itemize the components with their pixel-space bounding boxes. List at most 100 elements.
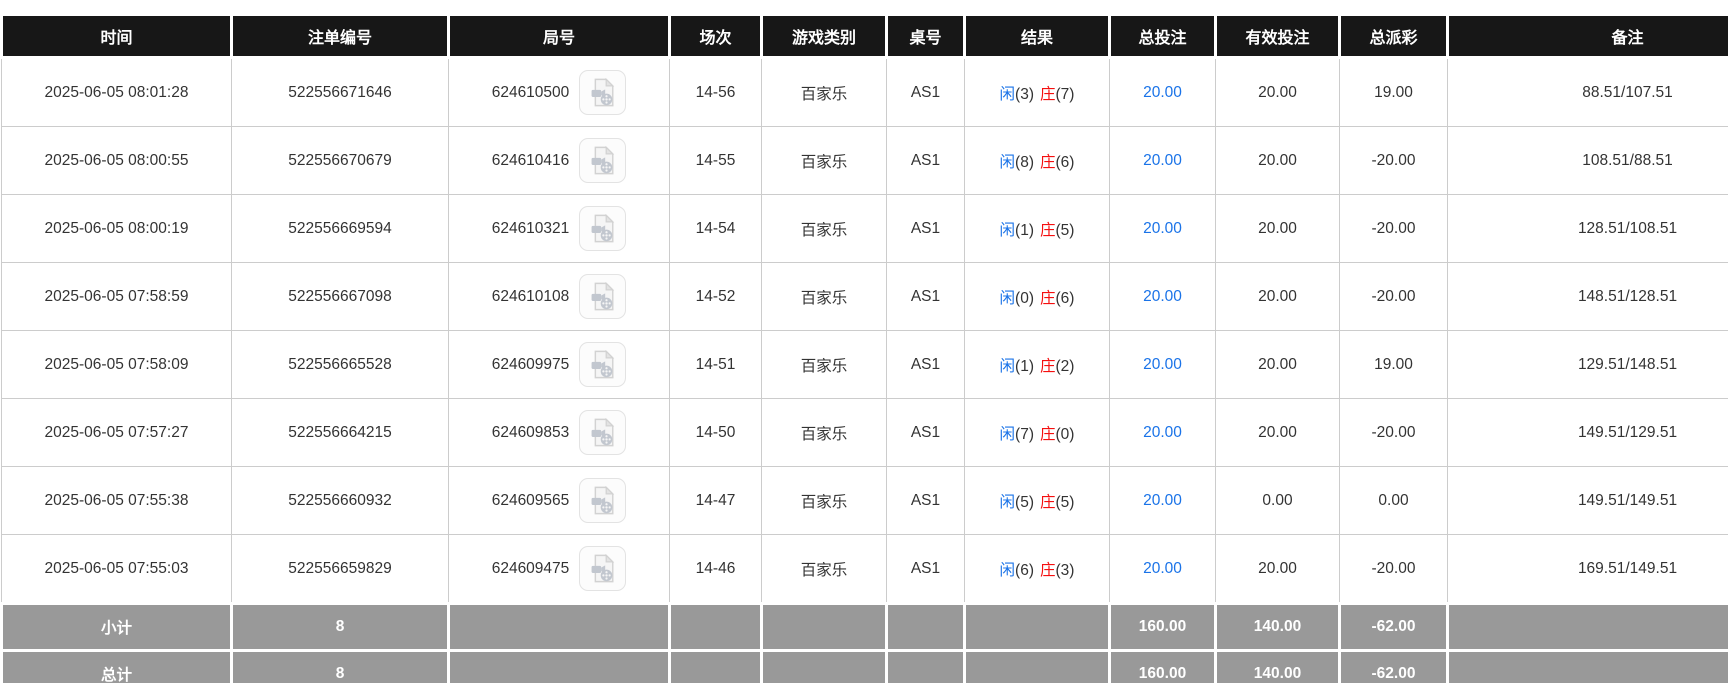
video-replay-button[interactable]: [579, 206, 627, 251]
summary-remark: [1446, 602, 1728, 652]
cell-table-no: AS1: [886, 194, 965, 263]
result-banker-score: (0): [1055, 425, 1075, 443]
cell-bet-id: 522556669594: [231, 194, 449, 263]
cell-remark: 108.51/88.51: [1447, 126, 1728, 195]
video-file-icon: [591, 78, 615, 107]
cell-remark: 128.51/108.51: [1447, 194, 1728, 263]
result-player-label: 闲: [999, 153, 1016, 171]
summary-empty-session: [668, 649, 763, 683]
cell-time: 2025-06-05 08:00:19: [1, 194, 232, 263]
cell-game-type: 百家乐: [761, 466, 887, 535]
result-banker-label: 庄: [1040, 425, 1056, 443]
cell-session: 14-54: [669, 194, 762, 263]
result-player-label: 闲: [999, 493, 1016, 511]
bet-records-page: 时间 注单编号 局号 场次 游戏类别 桌号 结果 总投注 有效投注 总派彩 备注 2025-06-0…: [0, 0, 1728, 683]
result-banker-score: (7): [1055, 85, 1075, 103]
result-player-label: 闲: [999, 221, 1016, 239]
video-replay-button[interactable]: [579, 70, 627, 115]
total-bet-link[interactable]: 20.00: [1143, 356, 1182, 373]
result-player-score: (1): [1015, 357, 1034, 375]
cell-round: 624609853: [448, 398, 670, 467]
cell-valid-bet: 20.00: [1215, 398, 1340, 467]
bet-records-table: 时间 注单编号 局号 场次 游戏类别 桌号 结果 总投注 有效投注 总派彩 备注 2025-06-0…: [0, 13, 1728, 683]
total-bet-link[interactable]: 20.00: [1143, 220, 1182, 237]
bet-record-row: 2025-06-05 07:58:09 522556665528 6246099…: [1, 330, 1728, 399]
cell-result: 闲(1) 庄(5): [964, 194, 1110, 263]
cell-result: 闲(1) 庄(2): [964, 330, 1110, 399]
result-player-label: 闲: [999, 425, 1016, 443]
cell-bet-id: 522556665528: [231, 330, 449, 399]
cell-valid-bet: 20.00: [1215, 262, 1340, 331]
total-bet-link[interactable]: 20.00: [1143, 152, 1182, 169]
result-player-score: (6): [1015, 561, 1034, 579]
summary-empty-round: [447, 649, 671, 683]
result-banker-label: 庄: [1040, 357, 1056, 375]
cell-total-bet: 20.00: [1109, 398, 1216, 467]
video-replay-button[interactable]: [579, 342, 627, 387]
column-header-valid_bet: 有效投注: [1214, 13, 1341, 59]
summary-empty-round: [447, 602, 671, 652]
bet-record-row: 2025-06-05 08:01:28 522556671646 6246105…: [1, 57, 1728, 127]
video-file-icon: [591, 486, 615, 515]
result-player-score: (5): [1015, 493, 1034, 511]
total-bet-link[interactable]: 20.00: [1143, 492, 1182, 509]
cell-payout: 0.00: [1339, 466, 1448, 535]
summary-count: 8: [230, 602, 450, 652]
result-banker-score: (5): [1055, 221, 1075, 239]
cell-result: 闲(5) 庄(5): [964, 466, 1110, 535]
column-header-bet_id: 注单编号: [230, 13, 450, 59]
column-header-session: 场次: [668, 13, 763, 59]
summary-empty-result: [963, 602, 1111, 652]
video-replay-button[interactable]: [579, 410, 627, 455]
cell-remark: 148.51/128.51: [1447, 262, 1728, 331]
video-replay-button[interactable]: [579, 478, 627, 523]
result-banker-score: (5): [1055, 493, 1075, 511]
cell-bet-id: 522556667098: [231, 262, 449, 331]
result-banker-label: 庄: [1040, 493, 1056, 511]
video-replay-button[interactable]: [579, 274, 627, 319]
round-number: 624610321: [491, 219, 570, 237]
cell-bet-id: 522556670679: [231, 126, 449, 195]
cell-round: 624610108: [448, 262, 670, 331]
column-header-round: 局号: [447, 13, 671, 59]
cell-payout: 19.00: [1339, 57, 1448, 127]
result-player-score: (1): [1015, 221, 1034, 239]
total-bet-link[interactable]: 20.00: [1143, 288, 1182, 305]
cell-game-type: 百家乐: [761, 126, 887, 195]
total-bet-link[interactable]: 20.00: [1143, 424, 1182, 441]
bet-record-row: 2025-06-05 08:00:19 522556669594 6246103…: [1, 194, 1728, 263]
bet-record-row: 2025-06-05 07:58:59 522556667098 6246101…: [1, 262, 1728, 331]
result-player-label: 闲: [999, 357, 1016, 375]
cell-table-no: AS1: [886, 534, 965, 604]
video-replay-button[interactable]: [579, 138, 627, 183]
column-header-result: 结果: [963, 13, 1111, 59]
summary-empty-game: [760, 602, 888, 652]
round-number: 624609475: [491, 559, 570, 577]
cell-time: 2025-06-05 07:58:59: [1, 262, 232, 331]
cell-game-type: 百家乐: [761, 57, 887, 127]
cell-table-no: AS1: [886, 262, 965, 331]
cell-table-no: AS1: [886, 330, 965, 399]
cell-table-no: AS1: [886, 398, 965, 467]
cell-time: 2025-06-05 07:55:38: [1, 466, 232, 535]
cell-game-type: 百家乐: [761, 194, 887, 263]
cell-session: 14-47: [669, 466, 762, 535]
result-player-score: (3): [1015, 85, 1034, 103]
cell-bet-id: 522556660932: [231, 466, 449, 535]
summary-label: 总计: [0, 649, 233, 683]
summary-row: 总计 8 160.00 140.00 -62.00: [0, 649, 1728, 683]
column-header-time: 时间: [0, 13, 233, 59]
video-replay-button[interactable]: [579, 546, 627, 591]
total-bet-link[interactable]: 20.00: [1143, 84, 1182, 101]
column-header-payout: 总派彩: [1338, 13, 1449, 59]
column-header-remark: 备注: [1446, 13, 1728, 59]
total-bet-link[interactable]: 20.00: [1143, 560, 1182, 577]
cell-bet-id: 522556659829: [231, 534, 449, 604]
cell-time: 2025-06-05 08:00:55: [1, 126, 232, 195]
cell-round: 624610321: [448, 194, 670, 263]
result-banker-score: (6): [1055, 153, 1075, 171]
cell-round: 624610500: [448, 57, 670, 127]
cell-total-bet: 20.00: [1109, 534, 1216, 604]
cell-payout: -20.00: [1339, 194, 1448, 263]
video-file-icon: [591, 282, 615, 311]
